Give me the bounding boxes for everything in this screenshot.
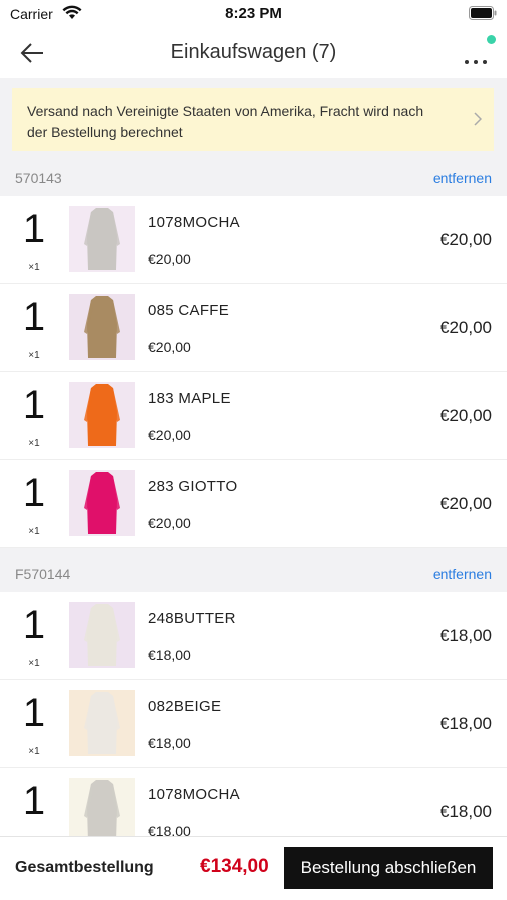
quantity: 1 xyxy=(22,691,46,735)
unit-price: €18,00 xyxy=(148,647,191,663)
section-header: F570144 entfernen xyxy=(0,548,507,592)
dress-image-icon xyxy=(69,690,135,756)
section-id: 570143 xyxy=(15,170,62,186)
dress-image-icon xyxy=(69,294,135,360)
product-name: 1078MOCHA xyxy=(148,214,240,231)
line-total: €20,00 xyxy=(440,406,492,425)
quantity-multiplier: ×1 xyxy=(28,658,40,669)
quantity: 1 xyxy=(22,207,46,251)
more-options-button[interactable] xyxy=(457,34,497,70)
product-name: 082BEIGE xyxy=(148,698,222,715)
cart-item[interactable]: 1 ×1 283 GIOTTO €20,00 €20,00 xyxy=(0,460,507,548)
page-title: Einkaufswagen (7) xyxy=(170,41,337,63)
total-amount: €134,00 xyxy=(200,856,269,877)
unit-price: €20,00 xyxy=(148,515,191,531)
line-total: €18,00 xyxy=(440,626,492,645)
remove-link[interactable]: entfernen xyxy=(433,566,492,582)
quantity: 1 xyxy=(22,779,46,823)
line-total: €20,00 xyxy=(440,494,492,513)
dress-image-icon xyxy=(69,206,135,272)
dress-image-icon xyxy=(69,382,135,448)
line-total: €18,00 xyxy=(440,714,492,733)
shipping-notice-banner[interactable]: Versand nach Vereinigte Staaten von Amer… xyxy=(12,88,494,151)
product-image[interactable] xyxy=(69,382,135,448)
cart-item[interactable]: 1 ×1 085 CAFFE €20,00 €20,00 xyxy=(0,284,507,372)
clock: 8:23 PM xyxy=(225,5,282,22)
product-name: 1078MOCHA xyxy=(148,786,240,803)
product-image[interactable] xyxy=(69,778,135,844)
battery-icon xyxy=(469,6,497,20)
cart-item[interactable]: 1 ×1 1078MOCHA €20,00 €20,00 xyxy=(0,196,507,284)
quantity-multiplier: ×1 xyxy=(28,526,40,537)
quantity: 1 xyxy=(22,295,46,339)
unit-price: €20,00 xyxy=(148,339,191,355)
quantity: 1 xyxy=(22,471,46,515)
unit-price: €20,00 xyxy=(148,427,191,443)
cart-item[interactable]: 1 ×1 183 MAPLE €20,00 €20,00 xyxy=(0,372,507,460)
more-dots-icon xyxy=(465,51,492,69)
line-total: €20,00 xyxy=(440,318,492,337)
checkout-footer: Gesamtbestellung €134,00 Bestellung absc… xyxy=(0,836,507,900)
shipping-notice-text: Versand nach Vereinigte Staaten von Amer… xyxy=(27,103,424,140)
nav-bar: Einkaufswagen (7) xyxy=(0,28,507,78)
quantity-multiplier: ×1 xyxy=(28,262,40,273)
unit-price: €20,00 xyxy=(148,251,191,267)
checkout-button[interactable]: Bestellung abschließen xyxy=(284,847,493,889)
dress-image-icon xyxy=(69,778,135,844)
quantity: 1 xyxy=(22,603,46,647)
product-name: 183 MAPLE xyxy=(148,390,231,407)
product-image[interactable] xyxy=(69,690,135,756)
line-total: €18,00 xyxy=(440,802,492,821)
product-image[interactable] xyxy=(69,602,135,668)
product-image[interactable] xyxy=(69,294,135,360)
product-name: 248BUTTER xyxy=(148,610,236,627)
section-header: 570143 entfernen xyxy=(0,160,507,196)
notification-dot xyxy=(487,35,496,44)
unit-price: €18,00 xyxy=(148,735,191,751)
product-name: 283 GIOTTO xyxy=(148,478,238,495)
remove-link[interactable]: entfernen xyxy=(433,170,492,186)
status-bar: Carrier 8:23 PM xyxy=(0,0,507,28)
cart-item[interactable]: 1 ×1 082BEIGE €18,00 €18,00 xyxy=(0,680,507,768)
quantity: 1 xyxy=(22,383,46,427)
product-image[interactable] xyxy=(69,470,135,536)
product-name: 085 CAFFE xyxy=(148,302,230,319)
total-label: Gesamtbestellung xyxy=(15,859,154,876)
chevron-right-icon xyxy=(474,112,482,126)
quantity-multiplier: ×1 xyxy=(28,350,40,361)
product-image[interactable] xyxy=(69,206,135,272)
dress-image-icon xyxy=(69,602,135,668)
dress-image-icon xyxy=(69,470,135,536)
line-total: €20,00 xyxy=(440,230,492,249)
section-id: F570144 xyxy=(15,566,71,582)
cart-item[interactable]: 1 ×1 248BUTTER €18,00 €18,00 xyxy=(0,592,507,680)
quantity-multiplier: ×1 xyxy=(28,746,40,757)
quantity-multiplier: ×1 xyxy=(28,438,40,449)
